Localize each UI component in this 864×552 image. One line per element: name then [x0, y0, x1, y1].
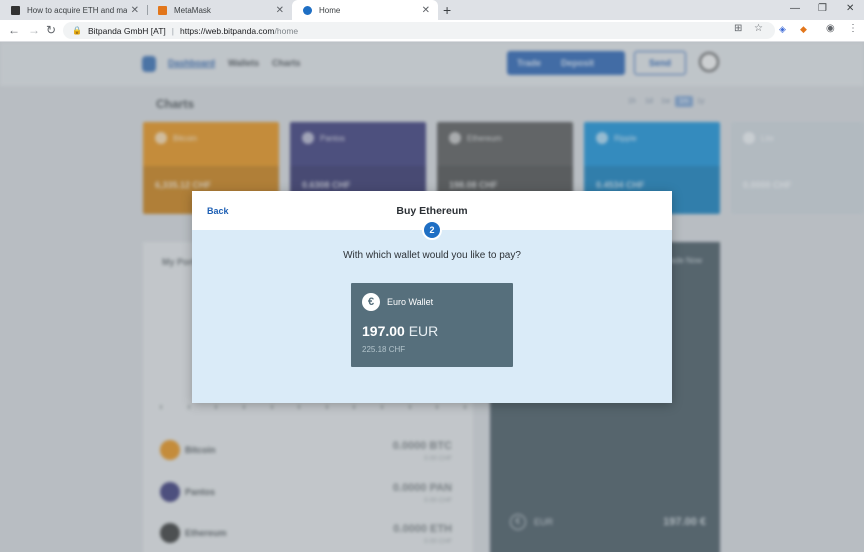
wallet-balance: 197.00 EUR — [362, 323, 438, 339]
euro-icon: € — [362, 293, 380, 311]
metamask-extension-icon[interactable]: ◆ — [800, 24, 807, 35]
metamask-favicon-icon — [158, 5, 167, 15]
step-indicator: 2 — [422, 220, 442, 240]
close-tab-icon[interactable]: ✕ — [422, 5, 430, 16]
site-identity: Bitpanda GmbH [AT] — [87, 25, 166, 36]
bitpanda-favicon-icon — [303, 5, 312, 15]
browser-tab-active[interactable]: Home ✕ — [292, 0, 438, 20]
browser-tab-strip: How to acquire ETH and make a ✕ MetaMask… — [0, 0, 864, 20]
close-tab-icon[interactable]: ✕ — [131, 5, 139, 16]
wallet-balance-currency: EUR — [408, 323, 439, 339]
medium-favicon-icon — [11, 5, 20, 15]
maximize-button[interactable]: ❐ — [818, 3, 827, 14]
new-tab-button[interactable]: + — [443, 2, 451, 18]
reload-icon[interactable]: ↻ — [46, 23, 56, 37]
minimize-button[interactable]: — — [790, 3, 800, 14]
euro-wallet-option[interactable]: € Euro Wallet 197.00 EUR 225.18 CHF — [351, 283, 513, 367]
address-bar[interactable]: 🔒 Bitpanda GmbH [AT] | https://web.bitpa… — [63, 22, 775, 39]
wallet-balance-value: 197.00 — [362, 323, 405, 339]
extension-icon[interactable]: ◈ — [779, 24, 786, 35]
back-arrow-icon[interactable]: ← — [8, 23, 20, 37]
lock-icon: 🔒 — [72, 26, 82, 35]
forward-arrow-icon[interactable]: → — [28, 23, 40, 37]
translate-icon[interactable]: ⊞ — [734, 23, 742, 34]
tab-title: MetaMask — [174, 5, 211, 15]
bookmark-star-icon[interactable]: ☆ — [754, 23, 763, 34]
url-path: /home — [274, 25, 299, 36]
wallet-question: With which wallet would you like to pay? — [343, 250, 521, 261]
menu-icon[interactable]: ⋮ — [848, 23, 858, 34]
url-host: https://web.bitpanda.com — [179, 25, 275, 36]
close-window-button[interactable]: ✕ — [846, 3, 854, 14]
buy-modal: Back Buy Ethereum 2 With which wallet wo… — [192, 191, 672, 403]
close-tab-icon[interactable]: ✕ — [276, 5, 284, 16]
browser-tab[interactable]: MetaMask ✕ — [147, 0, 292, 20]
tab-title: Home — [319, 5, 341, 15]
browser-tab[interactable]: How to acquire ETH and make a ✕ — [0, 0, 147, 20]
address-divider: | — [171, 25, 174, 36]
modal-title: Buy Ethereum — [396, 205, 468, 217]
browser-toolbar: ← → ↻ 🔒 Bitpanda GmbH [AT] | https://web… — [0, 20, 864, 42]
tab-title: How to acquire ETH and make a — [27, 5, 127, 15]
profile-icon[interactable]: ◉ — [826, 23, 835, 34]
wallet-fiat-value: 225.18 CHF — [362, 345, 406, 354]
wallet-name: Euro Wallet — [387, 297, 434, 307]
